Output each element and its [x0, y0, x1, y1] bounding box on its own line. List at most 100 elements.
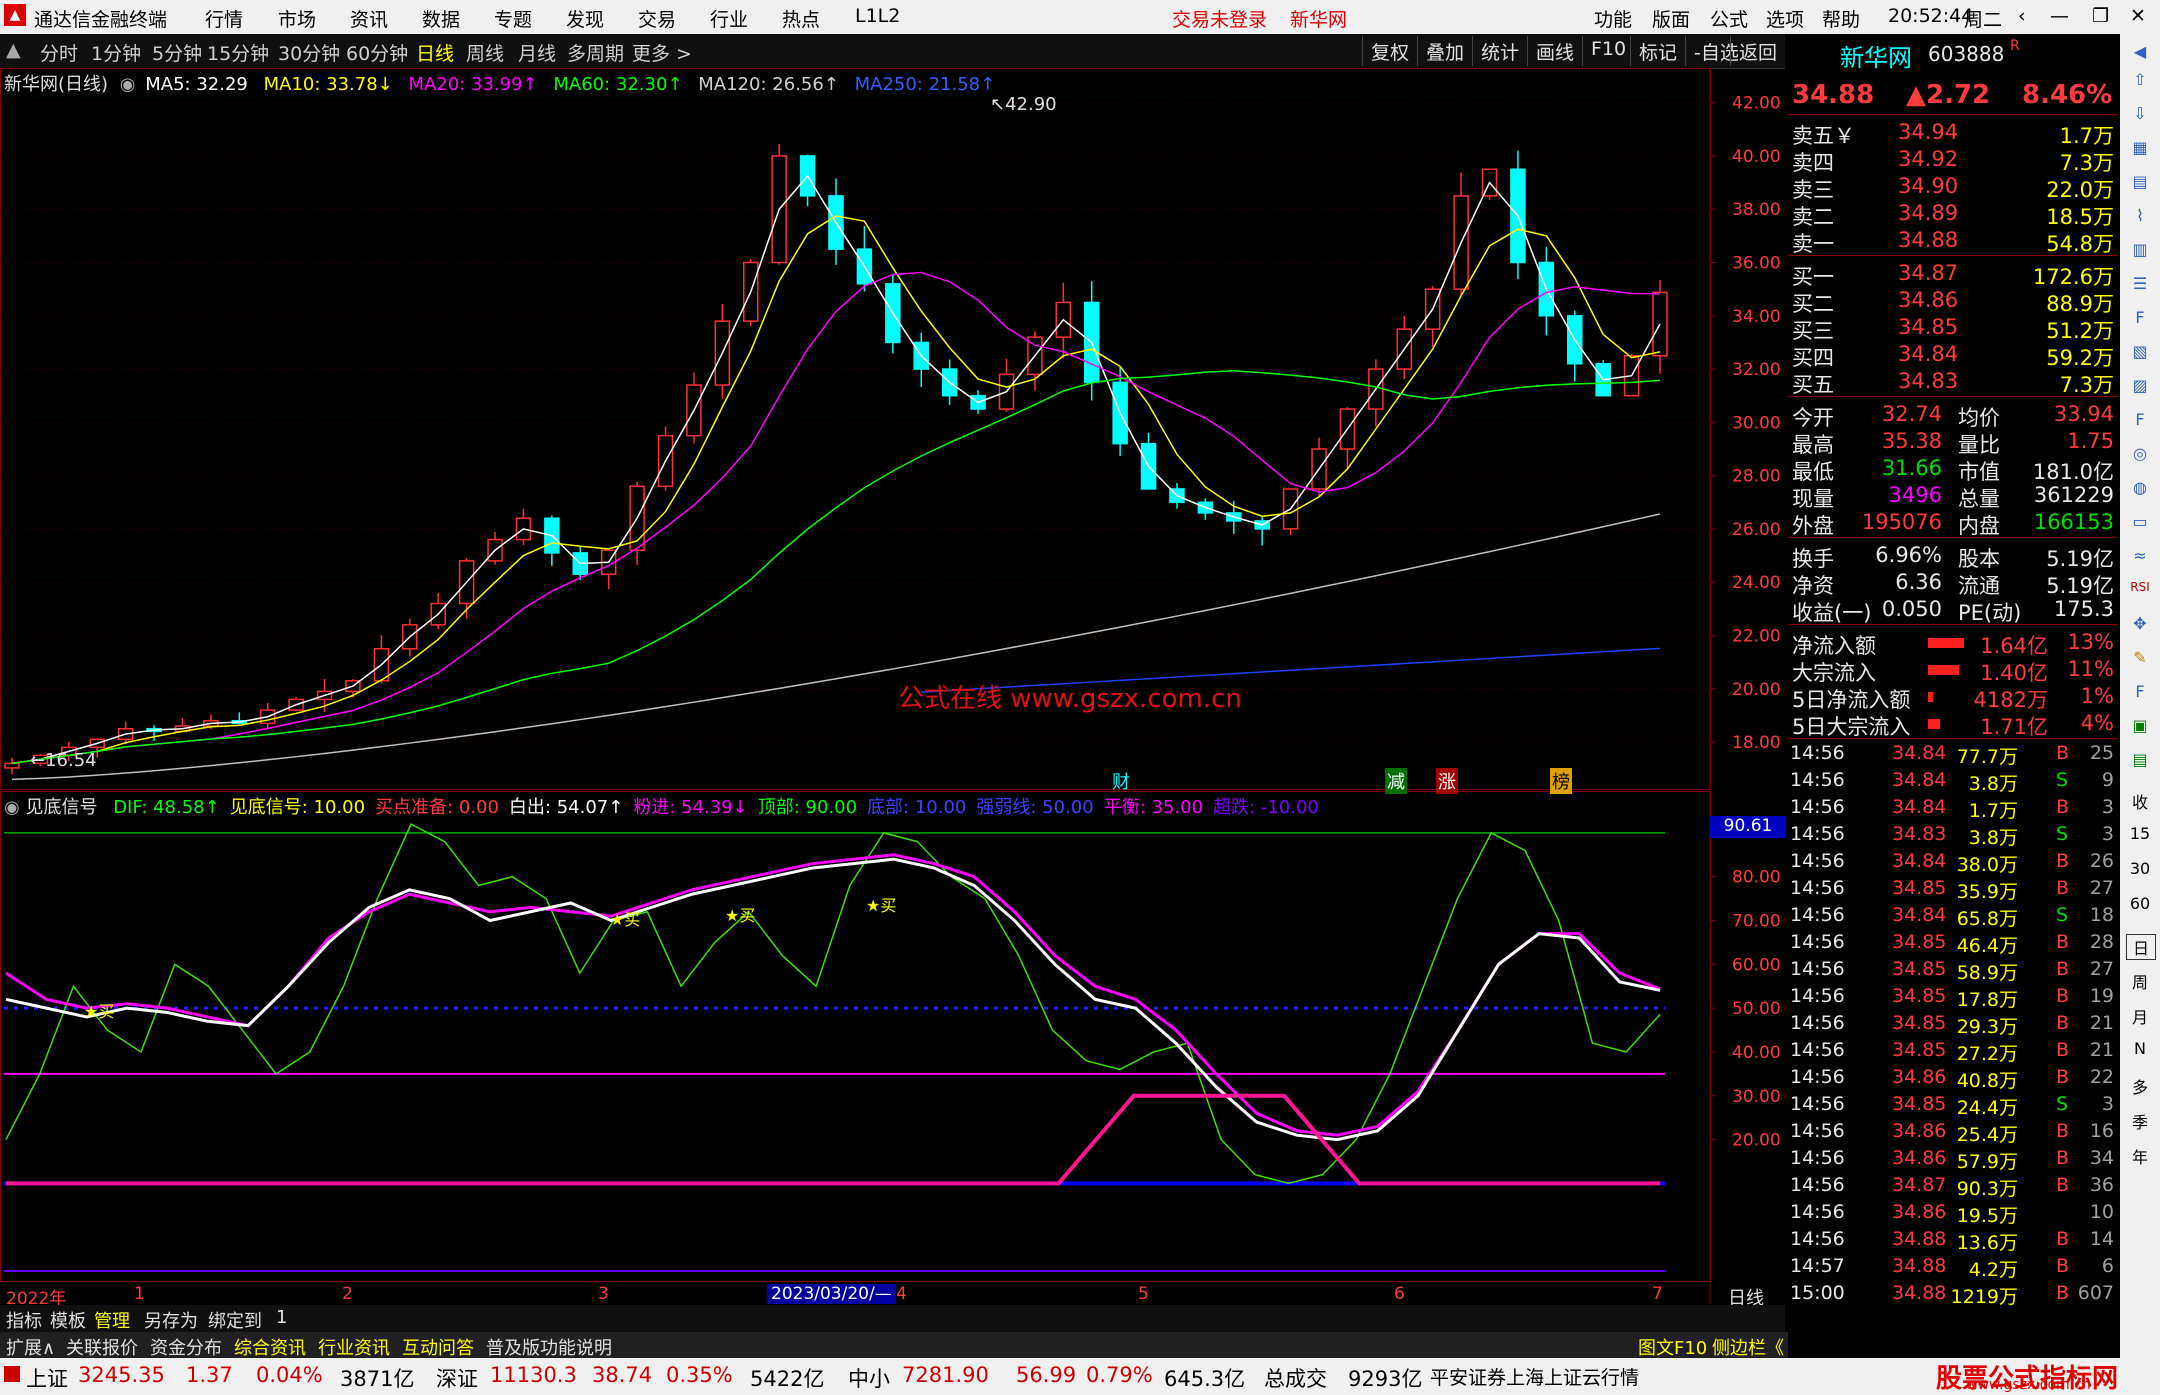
doc-icon[interactable]: ▨	[2126, 376, 2154, 395]
sub-toggle-icon[interactable]: ◉	[4, 797, 20, 818]
table-icon[interactable]: ▤	[2126, 172, 2154, 191]
sidebar-period-9[interactable]: 季	[2126, 1109, 2154, 1133]
tick-price: 34.84	[1892, 796, 1947, 818]
menu-item-4[interactable]: 专题	[494, 5, 532, 32]
event-mark-jian[interactable]: 减	[1385, 768, 1407, 794]
period-tab-2[interactable]: 5分钟	[152, 39, 202, 66]
expand-icon[interactable]: ▲	[6, 39, 21, 61]
link-news[interactable]: 综合资讯	[234, 1334, 306, 1360]
period-tab-0[interactable]: 分时	[40, 39, 78, 66]
period-tab-more[interactable]: 更多 >	[632, 39, 692, 66]
menu-item-5[interactable]: 发现	[566, 5, 604, 32]
line-chart-icon[interactable]: ⌇	[2126, 206, 2154, 225]
event-mark-zhang[interactable]: 涨	[1436, 768, 1458, 794]
candle-icon[interactable]: ▥	[2126, 240, 2154, 259]
period-tab-6[interactable]: 日线	[416, 39, 454, 66]
period-tab-4[interactable]: 30分钟	[278, 39, 340, 66]
right-menu-3[interactable]: 选项	[1766, 5, 1804, 32]
sidebar-period-3[interactable]: 60	[2126, 894, 2154, 913]
sidebar-period-8[interactable]: 多	[2126, 1074, 2154, 1098]
tab-manage[interactable]: 管理	[94, 1307, 130, 1333]
tab-number[interactable]: 1	[276, 1307, 287, 1328]
close-icon[interactable]: ✕	[2130, 5, 2146, 27]
link-qa[interactable]: 互动问答	[402, 1334, 474, 1360]
tool-fuquan[interactable]: 复权	[1362, 36, 1417, 66]
login-status[interactable]: 交易未登录	[1172, 5, 1267, 32]
sidebar-period-4[interactable]: 日	[2126, 934, 2156, 960]
compass-icon[interactable]: ◎	[2126, 444, 2154, 463]
link-related-quotes[interactable]: 关联报价	[66, 1334, 138, 1360]
right-menu-4[interactable]: 帮助	[1822, 5, 1860, 32]
calc-icon[interactable]: ▤	[2126, 750, 2154, 769]
tab-bind[interactable]: 绑定到	[208, 1307, 262, 1333]
monitor-icon[interactable]: ▭	[2126, 512, 2154, 531]
tool-back[interactable]: 返回	[1730, 36, 1785, 66]
tool-mark[interactable]: 标记	[1630, 36, 1685, 66]
right-menu-0[interactable]: 功能	[1594, 5, 1632, 32]
sidebar-period-5[interactable]: 周	[2126, 969, 2154, 993]
menu-item-8[interactable]: 热点	[782, 5, 820, 32]
period-tab-8[interactable]: 月线	[518, 39, 556, 66]
period-tab-3[interactable]: 15分钟	[207, 39, 269, 66]
grid-icon[interactable]: ▦	[2126, 138, 2154, 157]
kline-chart[interactable]: 42.00 40.00 38.00 36.00 34.00 32.00 30.00 28.00…	[0, 68, 1786, 1304]
sidebar-period-6[interactable]: 月	[2126, 1004, 2154, 1028]
link-sidebar[interactable]: 侧边栏《	[1712, 1334, 1784, 1360]
menu-item-7[interactable]: 行业	[710, 5, 748, 32]
tab-save-as[interactable]: 另存为	[144, 1307, 198, 1333]
sidebar-period-2[interactable]: 30	[2126, 859, 2154, 878]
pen-icon[interactable]: ✎	[2126, 648, 2154, 667]
sidebar-period-7[interactable]: N	[2126, 1039, 2154, 1058]
event-mark-bang[interactable]: 榜	[1550, 768, 1572, 794]
period-tab-9[interactable]: 多周期	[567, 39, 624, 66]
restore-icon[interactable]: ❐	[2092, 5, 2109, 27]
tab-template[interactable]: 模板	[50, 1307, 86, 1333]
link-capital[interactable]: 资金分布	[150, 1334, 222, 1360]
sidebar-toggle-icon[interactable]: ◀	[2126, 42, 2154, 61]
list-icon[interactable]: ☰	[2126, 274, 2154, 293]
minimize-icon[interactable]: —	[2050, 5, 2069, 27]
link-industry-news[interactable]: 行业资讯	[318, 1334, 390, 1360]
right-menu-1[interactable]: 版面	[1652, 5, 1690, 32]
tool-overlay[interactable]: 叠加	[1417, 36, 1472, 66]
menu-item-1[interactable]: 市场	[278, 5, 316, 32]
tool-draw[interactable]: 画线	[1527, 36, 1582, 66]
sidebar-period-10[interactable]: 年	[2126, 1144, 2154, 1168]
menu-item-6[interactable]: 交易	[638, 5, 676, 32]
arrow-up-icon[interactable]: ⇧	[2126, 70, 2154, 89]
wave-icon[interactable]: ≈	[2126, 546, 2154, 565]
tool-f10[interactable]: F10	[1582, 36, 1634, 66]
menu-item-2[interactable]: 资讯	[350, 5, 388, 32]
radar-icon[interactable]: ◍	[2126, 478, 2154, 497]
excel-icon[interactable]: ▣	[2126, 716, 2154, 735]
index-name[interactable]: 上证	[26, 1363, 68, 1393]
f2-icon[interactable]: F	[2126, 410, 2154, 429]
link-guide[interactable]: 普及版功能说明	[486, 1334, 612, 1360]
period-tab-7[interactable]: 周线	[466, 39, 504, 66]
move-icon[interactable]: ✥	[2126, 614, 2154, 633]
tick-price: 34.85	[1892, 1039, 1947, 1061]
arrow-down-icon[interactable]: ⇩	[2126, 104, 2154, 123]
link-f10[interactable]: 图文F10	[1638, 1334, 1707, 1360]
sidebar-period-0[interactable]: 收	[2126, 789, 2154, 813]
menu-item-0[interactable]: 行情	[205, 5, 243, 32]
back-icon[interactable]: ‹	[2018, 5, 2026, 27]
fs-icon[interactable]: F	[2126, 682, 2154, 701]
news-icon[interactable]: ▧	[2126, 342, 2154, 361]
menu-item-9[interactable]: L1L2	[855, 5, 900, 27]
sidebar-period-1[interactable]: 15	[2126, 824, 2154, 843]
event-mark-cai[interactable]: 财	[1112, 768, 1130, 794]
period-tab-1[interactable]: 1分钟	[91, 39, 141, 66]
tool-stats[interactable]: 统计	[1472, 36, 1527, 66]
f10-icon[interactable]: F	[2126, 308, 2154, 327]
link-expand[interactable]: 扩展∧	[6, 1334, 55, 1360]
index-name[interactable]: 深证	[436, 1363, 478, 1393]
menu-item-3[interactable]: 数据	[422, 5, 460, 32]
right-menu-2[interactable]: 公式	[1710, 5, 1748, 32]
rsi-icon[interactable]: RSI	[2126, 580, 2154, 594]
period-tab-5[interactable]: 60分钟	[346, 39, 408, 66]
tick-time: 14:56	[1790, 1147, 1845, 1169]
fin-label: PE(动)	[1958, 601, 2022, 625]
index-name[interactable]: 中小	[848, 1363, 890, 1393]
tab-indicator[interactable]: 指标	[6, 1307, 42, 1333]
